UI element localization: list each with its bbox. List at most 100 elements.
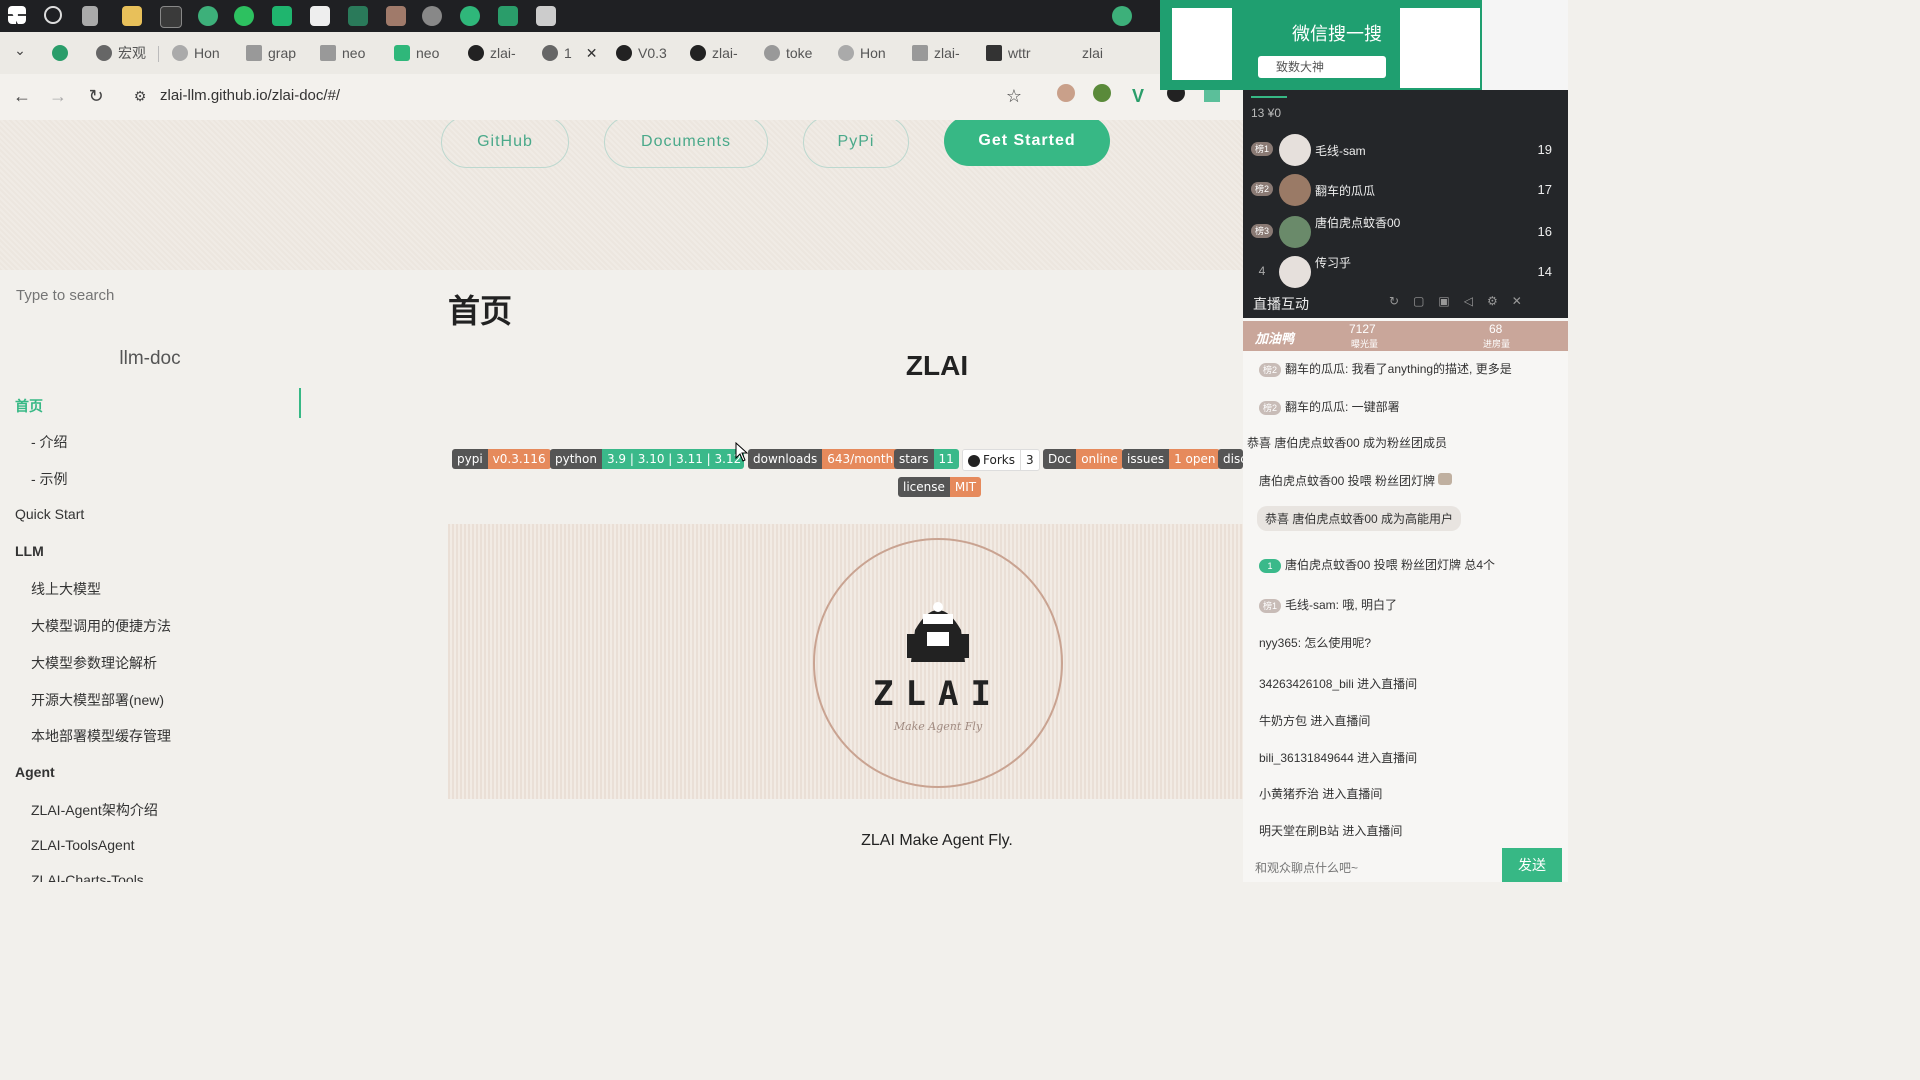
rank-row[interactable]: 4 传习乎 14 — [1243, 252, 1568, 292]
tab[interactable]: zlai- — [468, 40, 520, 66]
tab[interactable]: 宏观 — [96, 40, 148, 66]
pypi-button[interactable]: PyPi — [803, 120, 909, 168]
pycharm-icon[interactable] — [348, 6, 368, 26]
send-button[interactable]: 发送 — [1502, 848, 1562, 882]
extension-icon[interactable] — [1057, 84, 1075, 102]
badge-value: v0.3.116 — [487, 449, 551, 469]
tab[interactable]: V0.3 — [616, 40, 668, 66]
task-view-icon[interactable] — [82, 6, 98, 26]
chat-input[interactable] — [1253, 860, 1497, 876]
audience-stats: 13 ¥0 — [1251, 106, 1282, 120]
sidebar-item-agent-architecture[interactable]: ZLAI-Agent架构介绍 — [31, 800, 158, 820]
wechat-search-ad: 微信搜一搜 致数大神 — [1160, 0, 1568, 90]
sidebar-item-tools-agent[interactable]: ZLAI-ToolsAgent — [31, 837, 135, 853]
chat-badge: 榜2 — [1259, 400, 1281, 415]
chat-message: 榜1 毛线-sam: 哦, 明白了 — [1259, 596, 1397, 613]
badge-stars[interactable]: stars 11 — [894, 449, 959, 469]
documents-button[interactable]: Documents — [604, 120, 768, 168]
windows-start-icon[interactable] — [8, 6, 26, 24]
tab[interactable]: zlai — [1082, 40, 1122, 66]
badge-doc[interactable]: Doc online — [1043, 449, 1123, 469]
back-arrow-icon[interactable]: ← — [10, 84, 34, 108]
volume-icon[interactable]: ◁ — [1464, 294, 1487, 308]
avatar — [1279, 174, 1311, 206]
forward-arrow-icon[interactable]: → — [46, 84, 70, 108]
camera-icon[interactable]: ▢ — [1413, 294, 1438, 308]
sidebar-item-model-calling[interactable]: 大模型调用的便捷方法 — [31, 616, 171, 636]
app-icon[interactable] — [386, 6, 406, 26]
sidebar-item-home[interactable]: 首页 — [15, 396, 43, 416]
app-icon[interactable] — [536, 6, 556, 26]
ad-side-panel — [1482, 0, 1568, 90]
badge-python[interactable]: python 3.9 | 3.10 | 3.11 | 3.12 — [550, 449, 744, 469]
tab-list-chevron-icon[interactable]: ⌄ — [8, 38, 32, 62]
tab[interactable]: toke — [764, 40, 816, 66]
badge-downloads[interactable]: downloads 643/month — [748, 449, 899, 469]
gear-icon[interactable]: ⚙ — [1487, 294, 1512, 308]
reload-icon[interactable]: ↻ — [84, 84, 108, 108]
badge-license[interactable]: license MIT — [898, 477, 982, 497]
site-settings-icon[interactable]: ⚙ — [128, 84, 152, 108]
tab[interactable]: zlai- — [690, 40, 742, 66]
qr-code-icon — [1172, 8, 1232, 80]
badge-label: license — [898, 477, 950, 497]
search-input[interactable] — [14, 286, 278, 305]
badge-forks[interactable]: Forks 3 — [962, 449, 1040, 471]
sidebar-item-model-params[interactable]: 大模型参数理论解析 — [31, 653, 157, 673]
app-icon[interactable] — [498, 6, 518, 26]
sidebar-section-agent[interactable]: Agent — [15, 764, 55, 780]
sidebar-title[interactable]: llm-doc — [0, 348, 300, 370]
github-button[interactable]: GitHub — [441, 120, 569, 168]
app-icon[interactable] — [422, 6, 442, 26]
hero-section: GitHub Documents PyPi Get Started — [0, 120, 1243, 270]
active-indicator — [299, 388, 301, 418]
sidebar-item-examples[interactable]: - 示例 — [31, 469, 68, 489]
search-icon[interactable] — [44, 6, 62, 24]
tab[interactable]: grap — [246, 40, 296, 66]
refresh-icon[interactable]: ↻ — [1389, 294, 1413, 308]
vue-devtools-icon[interactable]: V — [1126, 84, 1150, 108]
chrome-icon[interactable] — [198, 6, 218, 26]
sidebar-item-cache-management[interactable]: 本地部署模型缓存管理 — [31, 726, 171, 746]
logo-tagline: Make Agent Fly — [893, 720, 983, 733]
tab[interactable]: zlai- — [912, 40, 964, 66]
tab[interactable]: neo — [320, 40, 370, 66]
app-icon[interactable] — [460, 6, 480, 26]
rank-row[interactable]: 榜3 唐伯虎点蚊香00 16 — [1243, 212, 1568, 252]
tab[interactable]: Hon — [172, 40, 222, 66]
rank-row[interactable]: 榜1 毛线-sam 19 — [1243, 130, 1568, 170]
sidebar-item-open-source-deploy[interactable]: 开源大模型部署(new) — [31, 690, 164, 710]
wechat-icon[interactable] — [234, 6, 254, 26]
tab[interactable]: Hon — [838, 40, 890, 66]
tab-label: toke — [786, 45, 813, 61]
sidebar-item-charts-tools[interactable]: ZLAI-Charts-Tools — [31, 872, 144, 882]
tab-active[interactable]: 1 ✕ — [542, 40, 598, 66]
url-field[interactable]: zlai-llm.github.io/zlai-doc/#/ — [160, 87, 340, 104]
chat-message: 34263426108_bili 进入直播间 — [1259, 675, 1417, 692]
badge-issues[interactable]: issues 1 open — [1122, 449, 1221, 469]
app-icon[interactable] — [310, 6, 330, 26]
file-explorer-icon[interactable] — [122, 6, 142, 26]
sidebar-item-online-models[interactable]: 线上大模型 — [31, 579, 101, 599]
tab[interactable]: neo — [394, 40, 446, 66]
sidebar-item-intro[interactable]: - 介绍 — [31, 432, 68, 452]
get-started-button[interactable]: Get Started — [944, 120, 1110, 166]
badge-discussions[interactable]: disc — [1218, 449, 1243, 469]
ad-search-box[interactable]: 致数大神 — [1258, 56, 1386, 78]
badge-pypi[interactable]: pypi v0.3.116 — [452, 449, 551, 469]
lock-icon[interactable]: ▣ — [1438, 294, 1463, 308]
app-icon[interactable] — [272, 6, 292, 26]
tab-pinned[interactable] — [52, 40, 72, 66]
close-icon[interactable]: ✕ — [1512, 294, 1536, 308]
bookmark-star-icon[interactable]: ☆ — [1002, 84, 1026, 108]
rank-name: 翻车的瓜瓜 — [1315, 184, 1376, 198]
sidebar-item-quick-start[interactable]: Quick Start — [15, 506, 84, 522]
help-icon[interactable] — [1112, 6, 1132, 26]
tab-close-icon[interactable]: ✕ — [586, 45, 598, 62]
sidebar-section-llm[interactable]: LLM — [15, 543, 44, 559]
terminal-icon[interactable] — [160, 6, 182, 28]
extension-icon[interactable] — [1093, 84, 1111, 102]
rank-row[interactable]: 榜2 翻车的瓜瓜 17 — [1243, 170, 1568, 210]
tab[interactable]: wttr — [986, 40, 1038, 66]
chat-badge: 榜1 — [1259, 598, 1281, 613]
